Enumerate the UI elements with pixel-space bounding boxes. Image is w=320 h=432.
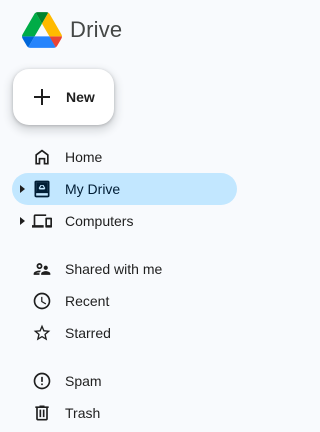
nav-item-home-label: Home	[65, 149, 103, 165]
computers-icon	[32, 214, 52, 228]
nav-item-trash-label: Trash	[65, 405, 101, 421]
nav-item-recent-label: Recent	[65, 293, 110, 309]
expand-arrow-icon[interactable]	[20, 217, 26, 225]
nav-item-starred-label: Starred	[65, 325, 111, 341]
nav-item-my-drive[interactable]: My Drive	[12, 173, 237, 205]
app-header: Drive	[22, 11, 122, 49]
new-button-label: New	[66, 89, 95, 105]
nav-item-computers-label: Computers	[65, 213, 134, 229]
new-button[interactable]: New	[13, 69, 114, 125]
home-icon	[35, 149, 49, 165]
my-drive-icon	[34, 180, 50, 198]
spam-warning-icon	[33, 372, 51, 390]
nav-item-my-drive-label: My Drive	[65, 181, 121, 197]
plus-icon	[34, 89, 50, 105]
clock-icon	[33, 292, 51, 310]
star-icon	[33, 324, 51, 341]
trash-icon	[35, 405, 49, 421]
nav-item-spam-label: Spam	[65, 373, 102, 389]
nav-item-shared-with-me-label: Shared with me	[65, 261, 163, 277]
app-title: Drive	[70, 17, 123, 42]
shared-people-icon	[33, 263, 51, 275]
expand-arrow-icon[interactable]	[20, 185, 26, 193]
drive-logo-icon[interactable]	[22, 11, 62, 49]
